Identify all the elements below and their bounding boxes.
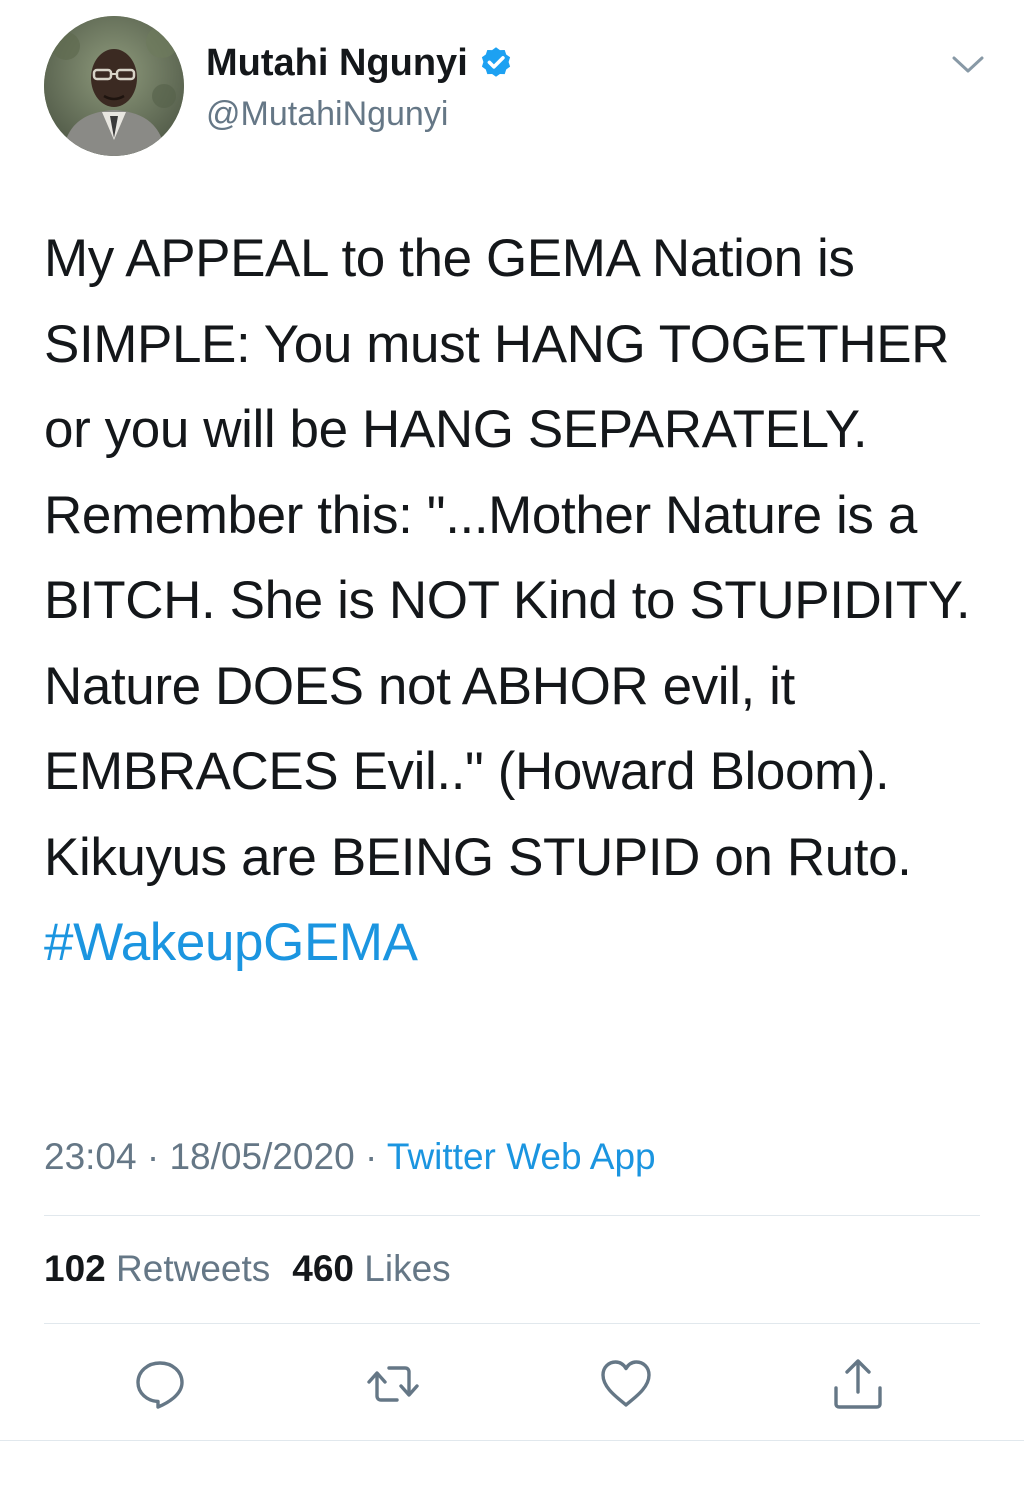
- engagement-stats: 102 Retweets 460 Likes: [44, 1246, 451, 1292]
- retweet-button[interactable]: [365, 1356, 421, 1412]
- tweet-body: My APPEAL to the GEMA Nation is SIMPLE: …: [44, 216, 984, 986]
- retweets-stat[interactable]: 102 Retweets: [44, 1248, 270, 1289]
- divider: [0, 1440, 1024, 1441]
- tweet-date[interactable]: 18/05/2020: [169, 1136, 354, 1177]
- retweets-count: 102: [44, 1248, 106, 1289]
- share-button[interactable]: [830, 1356, 886, 1412]
- heart-icon: [601, 1360, 651, 1407]
- tweet-text: My APPEAL to the GEMA Nation is SIMPLE: …: [44, 229, 971, 887]
- likes-label: Likes: [364, 1248, 451, 1289]
- author-display-name[interactable]: Mutahi Ngunyi: [206, 40, 514, 86]
- meta-separator: ·: [354, 1136, 387, 1177]
- tweet-time[interactable]: 23:04: [44, 1136, 137, 1177]
- speech-bubble-icon: [136, 1361, 184, 1409]
- divider: [44, 1323, 980, 1324]
- likes-stat[interactable]: 460 Likes: [292, 1248, 450, 1289]
- tweet-source-link[interactable]: Twitter Web App: [387, 1136, 656, 1177]
- avatar[interactable]: [44, 16, 184, 156]
- retweets-label: Retweets: [116, 1248, 271, 1289]
- meta-separator: ·: [136, 1136, 170, 1177]
- share-upload-icon: [834, 1359, 882, 1409]
- likes-count: 460: [292, 1248, 354, 1289]
- reply-button[interactable]: [132, 1356, 188, 1412]
- like-button[interactable]: [598, 1356, 654, 1412]
- hashtag-link[interactable]: #WakeupGEMA: [44, 900, 984, 986]
- author-handle[interactable]: @MutahiNgunyi: [206, 93, 448, 135]
- tweet-metadata: 23:04 · 18/05/2020 · Twitter Web App: [44, 1134, 656, 1180]
- retweet-arrows-icon: [367, 1366, 419, 1402]
- chevron-down-icon[interactable]: [950, 50, 986, 78]
- verified-badge-icon: [478, 45, 514, 81]
- divider: [44, 1215, 980, 1216]
- tweet-header: Mutahi Ngunyi @MutahiNgunyi: [0, 0, 1024, 180]
- author-name-text[interactable]: Mutahi Ngunyi: [206, 40, 468, 86]
